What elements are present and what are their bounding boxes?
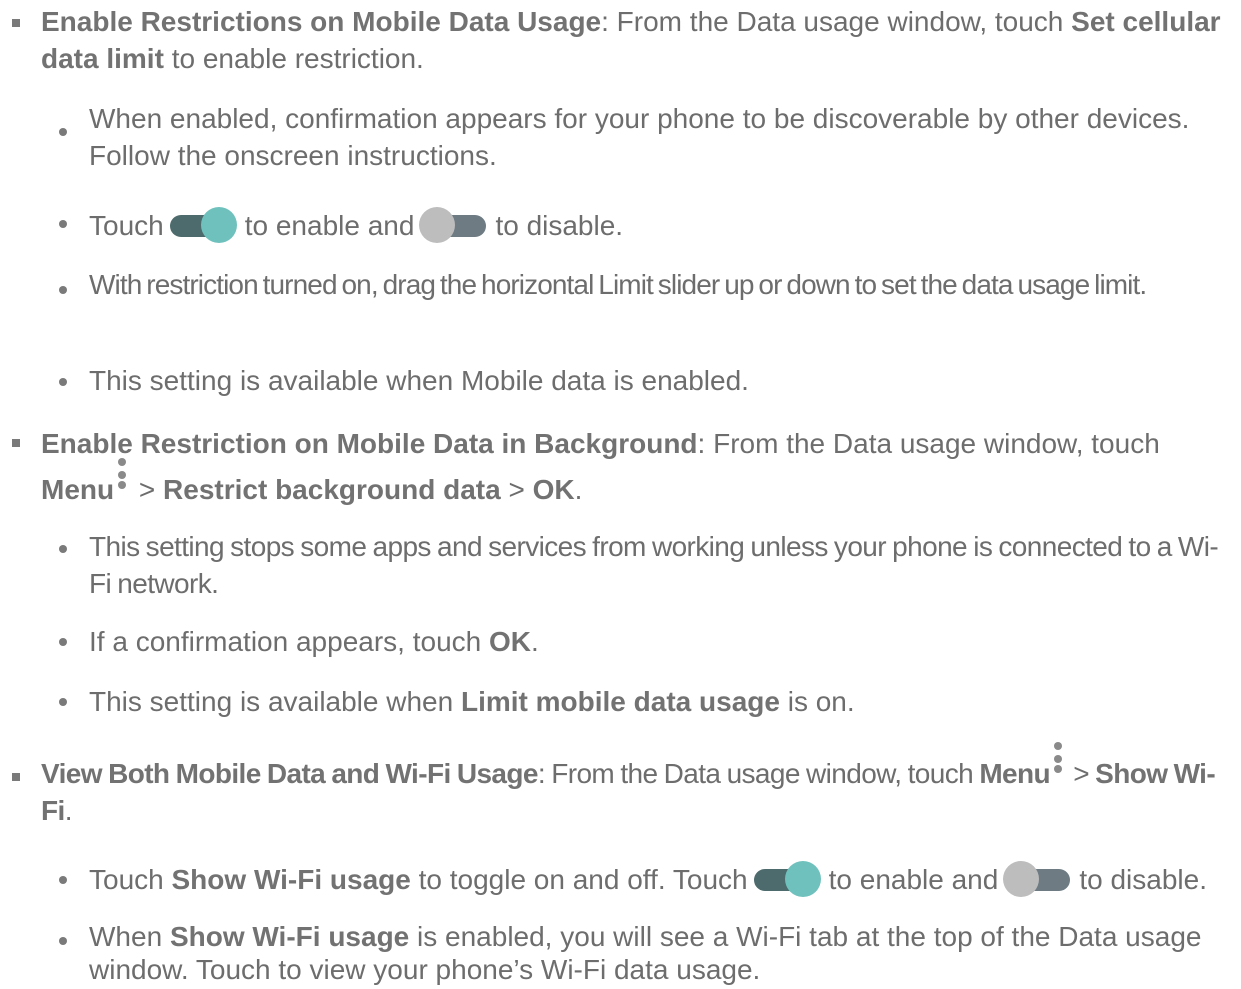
item-text: to enable restriction. xyxy=(163,43,424,74)
item-text: This setting stops some apps and service… xyxy=(89,531,1219,599)
sub-item-confirmation-ok: If a confirmation appears, touch OK. xyxy=(89,623,1234,660)
round-bullet xyxy=(59,286,67,294)
menu-kebab-icon xyxy=(1053,742,1063,785)
square-bullet xyxy=(12,773,20,781)
item-text: . xyxy=(64,795,73,826)
toggle-on-icon xyxy=(169,207,237,243)
round-bullet xyxy=(59,378,67,386)
sub-item-wifi-tab: When Show Wi-Fi usage is enabled, you wi… xyxy=(89,920,1234,986)
sub-item-background-stops-apps: This setting stops some apps and service… xyxy=(89,528,1234,602)
item-text: to toggle on and off. Touch xyxy=(410,864,748,895)
sub-item-confirmation: When enabled, confirmation appears for y… xyxy=(89,100,1234,174)
item-text: Touch xyxy=(89,210,164,241)
item-text: > xyxy=(131,474,164,505)
sub-item-mobile-data-enabled: This setting is available when Mobile da… xyxy=(89,362,1234,399)
item-text: This setting is available when Mobile da… xyxy=(89,365,749,396)
round-bullet xyxy=(59,638,67,646)
item-text: is on. xyxy=(779,686,855,717)
item-bold: Menu xyxy=(979,758,1051,789)
sub-item-limit-slider: With restriction turned on, drag the hor… xyxy=(89,266,1234,303)
item-text: : From the Data usage window, touch xyxy=(601,6,1072,37)
item-text: With restriction turned on, drag the hor… xyxy=(89,269,1147,300)
item-text: Touch xyxy=(89,864,172,895)
round-bullet xyxy=(59,937,67,945)
toggle-off-icon xyxy=(1003,861,1071,897)
menu-kebab-icon xyxy=(117,458,127,501)
item-bold: OK xyxy=(532,474,575,505)
item-bold: Limit mobile data usage xyxy=(460,686,780,717)
instructions-document: Enable Restrictions on Mobile Data Usage… xyxy=(0,0,1241,989)
sub-item-toggle: Touch to enable and to disable. xyxy=(89,207,1234,244)
round-bullet xyxy=(59,545,67,553)
round-bullet xyxy=(59,220,67,228)
item-text: This setting is available when xyxy=(89,686,461,717)
item-text: to enable and xyxy=(828,864,999,895)
item-view-mobile-and-wifi: View Both Mobile Data and Wi-Fi Usage: F… xyxy=(41,742,1236,829)
item-text: : From the Data usage window, touch xyxy=(537,758,980,789)
item-text: . xyxy=(531,626,539,657)
item-text: > xyxy=(500,474,533,505)
toggle-on-icon xyxy=(753,861,821,897)
item-text: : From the Data usage window, touch xyxy=(697,428,1160,459)
item-bold: Menu xyxy=(41,474,115,505)
item-bold: OK xyxy=(489,626,531,657)
item-enable-restrictions-mobile-data: Enable Restrictions on Mobile Data Usage… xyxy=(41,3,1236,77)
toggle-off-icon xyxy=(419,207,487,243)
item-text: If a confirmation appears, touch xyxy=(89,626,489,657)
square-bullet xyxy=(12,19,20,27)
item-text: When xyxy=(89,921,170,952)
item-bold: Restrict background data xyxy=(163,474,501,505)
item-title: View Both Mobile Data and Wi-Fi Usage xyxy=(41,758,538,789)
round-bullet xyxy=(59,698,67,706)
item-bold: Show Wi-Fi usage xyxy=(169,921,410,952)
item-text: . xyxy=(574,474,583,505)
sub-item-limit-mobile-data-on: This setting is available when Limit mob… xyxy=(89,683,1234,720)
round-bullet xyxy=(59,876,67,884)
item-text: When enabled, confirmation appears for y… xyxy=(89,103,1190,171)
item-text: to enable and xyxy=(244,210,415,241)
item-text: to disable. xyxy=(1079,864,1207,895)
item-text: > xyxy=(1067,758,1096,789)
item-background-restriction: Enable Restriction on Mobile Data in Bac… xyxy=(41,421,1236,513)
sub-item-wifi-toggle: Touch Show Wi-Fi usage to toggle on and … xyxy=(89,861,1234,898)
item-bold: Show Wi-Fi usage xyxy=(171,864,411,895)
item-text: to disable. xyxy=(495,210,624,241)
square-bullet xyxy=(12,439,20,447)
round-bullet xyxy=(59,128,67,136)
item-title: Enable Restriction on Mobile Data in Bac… xyxy=(41,428,698,459)
item-title: Enable Restrictions on Mobile Data Usage xyxy=(41,6,602,37)
